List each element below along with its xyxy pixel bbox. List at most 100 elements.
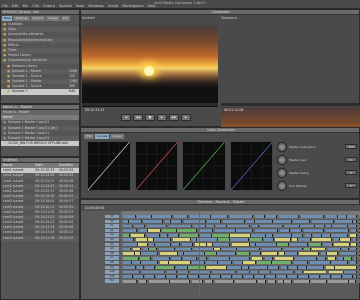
timeline-clip[interactable] xyxy=(129,219,142,223)
timeline-clip[interactable] xyxy=(347,215,357,219)
timeline-clip[interactable] xyxy=(184,252,205,255)
timeline-clip[interactable] xyxy=(147,233,160,237)
timeline-clip[interactable] xyxy=(326,215,338,219)
timeline-clip[interactable] xyxy=(178,275,188,278)
menu-item-windows[interactable]: Windows xyxy=(88,4,104,8)
timeline-clip[interactable] xyxy=(255,275,265,278)
timeline-clip[interactable] xyxy=(354,256,357,260)
timeline-clip[interactable] xyxy=(321,275,331,278)
timeline-clip[interactable] xyxy=(304,229,324,232)
timeline-clip[interactable] xyxy=(310,261,331,265)
timeline-clip[interactable] xyxy=(327,252,338,255)
timeline-clip[interactable] xyxy=(350,261,357,265)
transport-button[interactable]: ▶ xyxy=(181,114,191,121)
timeline-clip[interactable] xyxy=(295,256,317,260)
timeline-clip[interactable] xyxy=(299,252,319,255)
timeline-clip[interactable] xyxy=(294,279,310,283)
timeline-clip[interactable] xyxy=(235,279,257,283)
timeline-clip[interactable] xyxy=(209,256,230,260)
timeline-clip[interactable] xyxy=(271,270,294,274)
timeline-clip[interactable] xyxy=(244,275,254,278)
timeline-clip[interactable] xyxy=(349,279,356,283)
track-label[interactable]: A3 xyxy=(105,237,119,242)
timeline-clip[interactable] xyxy=(353,238,357,242)
timeline-clip[interactable] xyxy=(268,265,279,269)
timeline-clip[interactable] xyxy=(159,247,175,251)
timeline-clip[interactable] xyxy=(213,270,236,274)
timeline-clip[interactable] xyxy=(252,224,259,228)
menu-item-help[interactable]: Help xyxy=(148,4,156,8)
timeline-clip[interactable] xyxy=(250,270,259,274)
timeline-clip[interactable] xyxy=(160,252,178,255)
timeline-clip[interactable] xyxy=(338,215,347,219)
timeline-clip[interactable] xyxy=(274,233,292,237)
cc-tab-hsl[interactable]: HSL xyxy=(84,134,94,139)
timeline-clip[interactable] xyxy=(230,215,253,219)
timeline-clip[interactable] xyxy=(192,279,203,283)
timeline-clip[interactable] xyxy=(311,279,327,283)
track-label[interactable]: A6 xyxy=(105,251,119,256)
transport-button[interactable]: ▶ xyxy=(157,114,167,121)
track-label[interactable]: A4 xyxy=(105,242,119,246)
timeline-clip[interactable] xyxy=(189,275,199,278)
timeline-clip[interactable] xyxy=(141,252,158,255)
cc-control-value[interactable]: 0 xyxy=(345,170,357,175)
timeline-clip[interactable] xyxy=(160,261,169,265)
timeline-clip[interactable] xyxy=(255,215,265,219)
timeline-clip[interactable] xyxy=(293,219,310,223)
timeline-clip[interactable] xyxy=(266,275,276,278)
timeline-clip[interactable] xyxy=(123,256,139,260)
timeline-clip[interactable] xyxy=(207,219,221,223)
tab-usage[interactable]: Usage xyxy=(46,16,60,21)
track-label[interactable]: V3 xyxy=(105,215,119,219)
timeline-clip[interactable] xyxy=(326,265,335,269)
timeline-clip[interactable] xyxy=(250,265,268,269)
timeline-clip[interactable] xyxy=(123,233,130,237)
timeline-clip[interactable] xyxy=(257,261,272,265)
menu-item-tools[interactable]: Tools xyxy=(76,4,85,8)
timeline-clip[interactable] xyxy=(123,229,137,232)
timeline-clip[interactable] xyxy=(353,219,357,223)
timeline-clip[interactable] xyxy=(218,238,230,242)
timeline-clip[interactable] xyxy=(343,275,353,278)
timeline-clip[interactable] xyxy=(227,224,250,228)
timeline-clip[interactable] xyxy=(255,219,273,223)
timeline-clip[interactable] xyxy=(212,233,230,237)
timeline-clip[interactable] xyxy=(211,275,221,278)
timeline-clip[interactable] xyxy=(291,229,302,232)
timeline-clip[interactable] xyxy=(177,229,197,232)
timeline-clip[interactable] xyxy=(322,233,331,237)
timeline-clip[interactable] xyxy=(169,261,191,265)
timeline-clip[interactable] xyxy=(139,229,148,232)
track-label[interactable]: A8 xyxy=(105,260,119,265)
timeline-clip[interactable] xyxy=(264,238,274,242)
timeline-clip[interactable] xyxy=(223,219,245,223)
timeline-clip[interactable] xyxy=(172,256,182,260)
timeline-clip[interactable] xyxy=(167,275,177,278)
timeline-clip[interactable] xyxy=(227,265,242,269)
timeline-clip[interactable] xyxy=(149,247,157,251)
timeline-clip[interactable] xyxy=(230,238,249,242)
timeline-clip[interactable] xyxy=(258,279,266,283)
source-position-bar[interactable] xyxy=(82,103,218,106)
timeline-clip[interactable] xyxy=(315,224,325,228)
timeline-clip[interactable] xyxy=(318,256,326,260)
menu-item-marketplace[interactable]: Marketplace xyxy=(122,4,143,8)
transport-button[interactable]: ▶▶ xyxy=(169,114,179,121)
timeline-clip[interactable] xyxy=(232,242,250,246)
timeline-clip[interactable] xyxy=(145,265,155,269)
timeline-clip[interactable] xyxy=(273,219,292,223)
track-label[interactable]: A9 xyxy=(105,265,119,269)
curve-graph-green[interactable] xyxy=(182,141,226,191)
timeline-clip[interactable] xyxy=(299,275,309,278)
timeline-clip[interactable] xyxy=(188,265,206,269)
timeline-clip[interactable] xyxy=(205,252,217,255)
timeline-clip[interactable] xyxy=(178,270,189,274)
timeline-clip[interactable] xyxy=(230,233,251,237)
timeline-clip[interactable] xyxy=(260,224,283,228)
timeline-clip[interactable] xyxy=(134,275,144,278)
timeline-clip[interactable] xyxy=(259,270,271,274)
timeline-clip[interactable] xyxy=(169,233,179,237)
track-label[interactable]: A10 xyxy=(105,270,119,274)
timeline-clip[interactable] xyxy=(294,261,308,265)
